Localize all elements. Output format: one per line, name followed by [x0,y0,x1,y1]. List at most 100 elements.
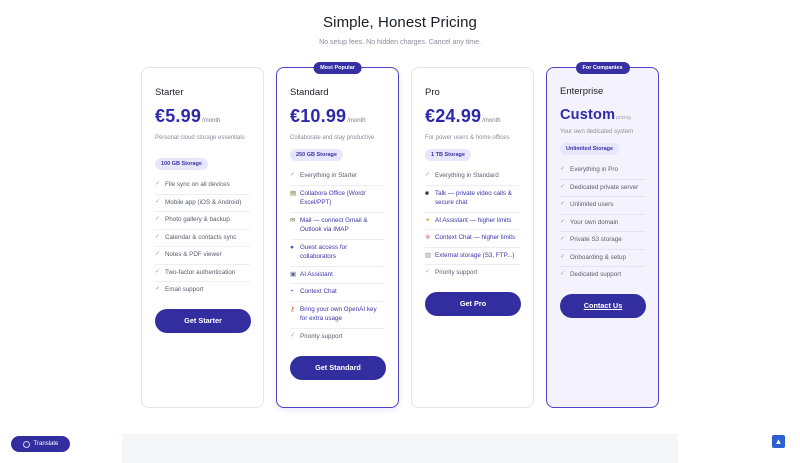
feature-item: ⚷ Bring your own OpenAI key for extra usa… [290,302,385,329]
plan-price: €10.99 [290,106,347,126]
key-icon: ⚷ [290,305,295,313]
feature-item: ✓ Everything in Starter [290,168,385,186]
check-icon: ✓ [560,218,566,225]
plan-price: €24.99 [425,106,482,126]
feature-item: ✓ Onboarding & setup [560,250,645,267]
feature-item: ✓ Notes & PDF viewer [155,247,250,265]
feature-text: Email support [165,286,204,293]
check-icon: ✓ [560,201,566,207]
check-icon: ✓ [560,183,566,190]
feature-item: ✓ Your own domain [560,215,645,232]
feature-item: ✓ Email support [155,282,250,299]
globe-icon [22,440,30,448]
feature-item: ✓ Photo gallery & backup [155,212,250,230]
sparkle-icon: ✦ [425,216,431,224]
plan-card-pro: Pro €24.99/month For power users & home … [411,67,534,408]
feature-item: ✓ File sync on all devices [155,177,250,195]
price-period: /month [347,118,366,124]
scroll-to-top-button[interactable]: ▲ [772,435,785,448]
guest-icon: ● [290,243,294,251]
feature-text: External storage (S3, FTP...) [435,251,515,259]
storage-icon: ▥ [425,251,432,259]
feature-text: Dedicated private server [570,183,639,191]
feature-list: ✓ Everything in Starter ▤ Collabora Office… [290,168,385,345]
get-starter-button[interactable]: Get Starter [155,308,251,333]
feature-item: ✓ Dedicated private server [560,180,645,197]
plan-name: Pro [425,87,440,98]
feature-item: ✓ Everything in Standard [425,168,520,186]
feature-item: ✓ Priority support [290,329,385,346]
next-section-strip [122,434,678,463]
robot-icon: ▣ [290,270,297,278]
check-icon: ✓ [425,172,431,178]
feature-text: Bring your own OpenAI key for extra usag… [300,305,377,323]
check-icon: ✓ [155,251,161,257]
feature-item: ✉ Mail — connect Gmail & Outlook via IMAP [290,213,385,240]
feature-list: ✓ File sync on all devices ✓ Mobile app (i… [155,177,250,299]
storage-badge: Unlimited Storage [560,143,620,155]
feature-text: Everything in Starter [300,172,358,179]
price-period: /month [202,118,221,124]
feature-item: ▤ Collabora Office (Word/ Excel/PPT) [290,186,385,213]
feature-text: Mobile app (iOS & Android) [165,198,242,206]
feature-text: Collabora Office (Word/ Excel/PPT) [300,189,366,207]
for-companies-badge: For Companies [575,62,630,74]
chat-icon: ◓ [290,288,294,295]
price-row: €10.99/month [290,106,385,127]
video-icon: ■ [425,189,429,197]
feature-item: ✓ Unlimited users [560,197,645,215]
most-popular-badge: Most Popular [313,62,362,74]
feature-item: ◓ Context Chat [290,284,385,302]
plan-name: Starter [155,87,184,98]
price-period: pricing [616,115,631,121]
get-standard-button[interactable]: Get Standard [290,356,386,380]
translate-label: Translate [33,441,59,447]
price-row: €5.99/month [155,106,250,127]
feature-item: ● Guest access for collaborators [290,240,385,267]
feature-item: ✓ Calendar & contacts sync [155,230,250,247]
check-icon: ✓ [560,253,566,260]
check-icon: ✓ [290,332,296,339]
feature-list: ✓ Everything in Standard ■ Talk — private … [425,168,520,282]
feature-item: ▣ AI Assistant [290,267,385,284]
storage-badge: 100 GB Storage [155,158,208,170]
mail-icon: ✉ [290,216,296,224]
feature-text: Two-factor authentication [165,268,236,276]
feature-text: Mail — connect Gmail & Outlook via IMAP [300,216,368,234]
get-pro-button[interactable]: Get Pro [425,291,521,316]
pricing-header: Simple, Honest Pricing No setup fees. No… [0,14,800,46]
feature-text: Priority support [300,332,343,340]
translate-button[interactable]: Translate [11,436,70,452]
page-subtitle: No setup fees. No hidden charges. Cancel… [319,39,481,46]
feature-text: Guest access for collaborators [300,243,348,261]
feature-text: Unlimited users [570,201,614,208]
feature-item: ✓ Two-factor authentication [155,265,250,282]
plan-description: Collaborate and stay productive [290,135,375,141]
plan-price: €5.99 [155,106,202,126]
contact-us-button[interactable]: Contact Us [560,293,646,318]
plan-price: Custom [560,107,616,123]
feature-text: Calendar & contacts sync [165,233,237,241]
plan-card-enterprise: For Companies Enterprise Custompricing Y… [546,62,659,408]
feature-item: ✓ Everything in Pro [560,162,645,180]
plan-card-starter: Starter €5.99/month Personal cloud stora… [141,67,264,408]
feature-list: ✓ Everything in Pro ✓ Dedicated private se… [560,162,645,284]
plan-description: Personal cloud storage essentials [155,135,245,141]
chevron-up-icon: ▲ [774,437,783,446]
feature-item: ✦ AI Assistant — higher limits [425,213,520,230]
check-icon: ✓ [560,166,566,172]
feature-text: Private S3 storage [570,236,622,243]
feature-item: ❀ Context Chat — higher limits [425,230,520,248]
feature-text: Everything in Pro [570,166,618,173]
feature-text: Dedicated support [570,271,622,278]
feature-item: ■ Talk — private video calls & secure cha… [425,186,520,213]
feature-text: Everything in Standard [435,172,499,179]
check-icon: ✓ [155,286,161,292]
feature-text: Notes & PDF viewer [165,251,222,258]
check-icon: ✓ [560,271,566,277]
plan-name: Enterprise [560,86,604,97]
plan-card-standard: Most Popular Standard €10.99/month Colla… [276,62,399,408]
feature-item: ▥ External storage (S3, FTP...) [425,248,520,265]
check-icon: ✓ [155,216,161,222]
feature-item: ✓ Private S3 storage [560,232,645,250]
